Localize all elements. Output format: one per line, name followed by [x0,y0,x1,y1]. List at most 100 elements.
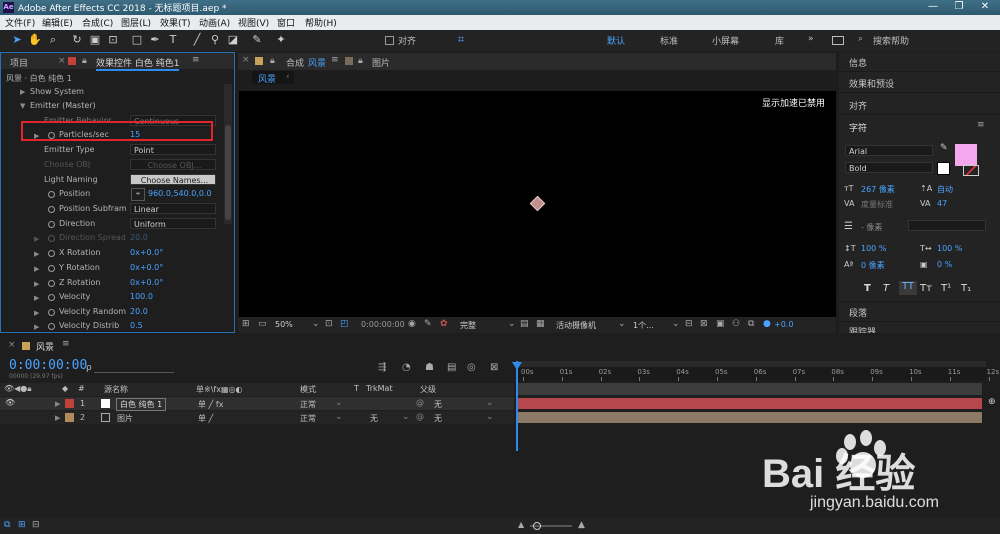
layer-2-duration-bar[interactable] [518,412,982,423]
subscript-button[interactable]: T₁ [961,283,971,294]
stopwatch-icon[interactable] [48,221,55,228]
expand-triangle-icon[interactable]: ▶ [34,280,39,288]
grid-overlay-icon[interactable]: ▦ [536,319,545,329]
selection-tool-icon[interactable]: ➤ [10,33,24,47]
position-subframe-dropdown[interactable]: Linear [130,203,216,214]
expand-triangle-icon[interactable]: ▶ [34,265,39,273]
stopwatch-icon[interactable] [48,294,55,301]
stopwatch-icon[interactable] [48,309,55,316]
tab-composition-name[interactable]: 风景 [308,56,326,69]
lock-icon[interactable]: 🔒︎ [358,56,363,66]
faux-bold-button[interactable]: T [864,283,871,294]
layer-switches-toggle-icon[interactable]: ⧉ [4,520,10,530]
region-of-interest-icon[interactable]: ⊡ [325,319,333,329]
stopwatch-icon[interactable] [48,323,55,330]
menu-edit[interactable]: 编辑(E) [42,16,73,29]
panel-menu-icon[interactable]: ≡ [62,339,70,349]
expand-triangle-icon[interactable]: ▶ [20,88,25,96]
monitor-icon[interactable]: ▭ [258,319,267,329]
font-style-dropdown[interactable]: Bold [845,162,933,173]
panel-effects-presets[interactable]: 效果和预设 [849,77,894,90]
pan-behind-tool-icon[interactable]: ⊡ [106,33,120,47]
keyframe-nav-icon[interactable]: ⊕ [988,397,996,407]
lock-icon[interactable]: 🔒︎ [270,56,275,66]
menu-animation[interactable]: 动画(A) [199,16,230,29]
stopwatch-icon[interactable] [48,280,55,287]
zoom-in-icon[interactable]: ▲ [578,520,585,530]
position-value[interactable]: 960.0,540.0,0.0 [148,189,212,198]
layer-name[interactable]: 图片 [117,413,133,424]
snapshot-icon[interactable]: ◉ [408,319,416,329]
camera-chevron-icon[interactable]: ⌄ [618,319,626,329]
pickwhip-icon[interactable]: @ [416,398,424,407]
exposure-icon[interactable]: ● [763,319,771,329]
shy-layers-icon[interactable]: ☗ [425,362,434,373]
panel-paragraph[interactable]: 段落 [849,306,867,319]
menu-composition[interactable]: 合成(C) [82,16,113,29]
panel-menu-icon[interactable]: ≡ [192,55,200,65]
vertical-scale-value[interactable]: 100 % [861,244,886,253]
zoom-out-icon[interactable]: ▲ [518,520,524,529]
chevron-down-icon[interactable]: ⌄ [335,398,343,408]
layer-switches[interactable]: 单 ╱ [198,413,213,424]
menu-file[interactable]: 文件(F) [5,16,35,29]
channel-icon[interactable]: ✿ [440,319,448,329]
small-caps-button[interactable]: Tт [920,283,932,294]
comp-mini-flow-icon[interactable]: ⊠ [700,319,708,329]
workspace-standard[interactable]: 标准 [660,34,678,47]
graph-editor-icon[interactable]: ⊠ [490,362,498,373]
expand-triangle-icon[interactable]: ▶ [34,309,39,317]
tab-footage[interactable]: 图片 [372,56,390,69]
close-tab-icon[interactable]: × [242,55,250,65]
stopwatch-icon[interactable] [48,206,55,213]
layer-name[interactable]: 白色 纯色 1 [116,398,167,411]
search-help-input[interactable]: 搜索帮助 [873,34,909,47]
layer-label-color[interactable] [65,399,74,408]
eraser-tool-icon[interactable]: ◪ [226,33,240,47]
expand-triangle-icon[interactable]: ▶ [34,235,39,243]
chevron-down-icon[interactable]: ⌄ [486,412,494,422]
kerning-value[interactable]: 度量标准 [861,199,893,210]
clone-stamp-tool-icon[interactable]: ⚲ [208,33,222,47]
leading-value[interactable]: 自动 [937,184,953,195]
layer-mode-dropdown[interactable]: 正常 [300,413,316,424]
3d-renderer-icon[interactable]: ⧉ [748,319,754,329]
stroke-none-swatch[interactable] [963,165,979,176]
menu-help[interactable]: 帮助(H) [305,16,337,29]
tsume-value[interactable]: 0 % [937,260,952,269]
collapse-triangle-icon[interactable]: ▼ [20,102,25,110]
rotate-tool-icon[interactable]: ↻ [70,33,84,47]
layer-switches[interactable]: 单 ╱ fx [198,399,223,410]
eyedropper-icon[interactable]: ✎ [940,143,948,153]
minimize-button[interactable]: — [920,0,946,15]
font-size-value[interactable]: 267 像素 [861,184,895,195]
direction-spread-value[interactable]: 20.0 [130,233,148,242]
type-tool-icon[interactable]: T [166,33,180,47]
zoom-chevron-icon[interactable]: ⌄ [312,319,320,329]
all-caps-button[interactable]: TT [899,281,917,295]
transparency-grid-icon[interactable]: ◰ [340,319,349,329]
stopwatch-icon[interactable] [48,265,55,272]
stopwatch-icon[interactable] [48,235,55,242]
timeline-search-input[interactable]: ρ [86,363,92,373]
expand-triangle-icon[interactable]: ▶ [55,414,60,422]
velocity-random-value[interactable]: 20.0 [130,307,148,316]
panel-character-title[interactable]: 字符 [849,121,867,134]
workspace-overflow-icon[interactable]: » [808,34,814,44]
views-chevron-icon[interactable]: ⌄ [672,319,680,329]
tab-composition-label[interactable]: 合成 [286,56,304,69]
in-out-toggle-icon[interactable]: ⊟ [32,520,40,530]
stroke-style-dropdown[interactable] [908,220,986,231]
layer-trkmat-dropdown[interactable]: 无 [370,413,378,424]
panel-tracker[interactable]: 跟踪器 [849,325,876,333]
panel-align[interactable]: 对齐 [849,99,867,112]
emitter-type-dropdown[interactable]: Point [130,144,216,155]
views-dropdown[interactable]: 1个... [633,320,654,331]
chevron-down-icon[interactable]: ⌄ [402,412,410,422]
z-rotation-value[interactable]: 0x+0.0° [130,278,163,287]
draft-3d-icon[interactable]: ◔ [402,362,411,373]
close-button[interactable]: ✕ [972,0,998,15]
playhead[interactable] [516,361,518,451]
menu-layer[interactable]: 图层(L) [121,16,151,29]
puppet-pin-tool-icon[interactable]: ✦ [274,33,288,47]
